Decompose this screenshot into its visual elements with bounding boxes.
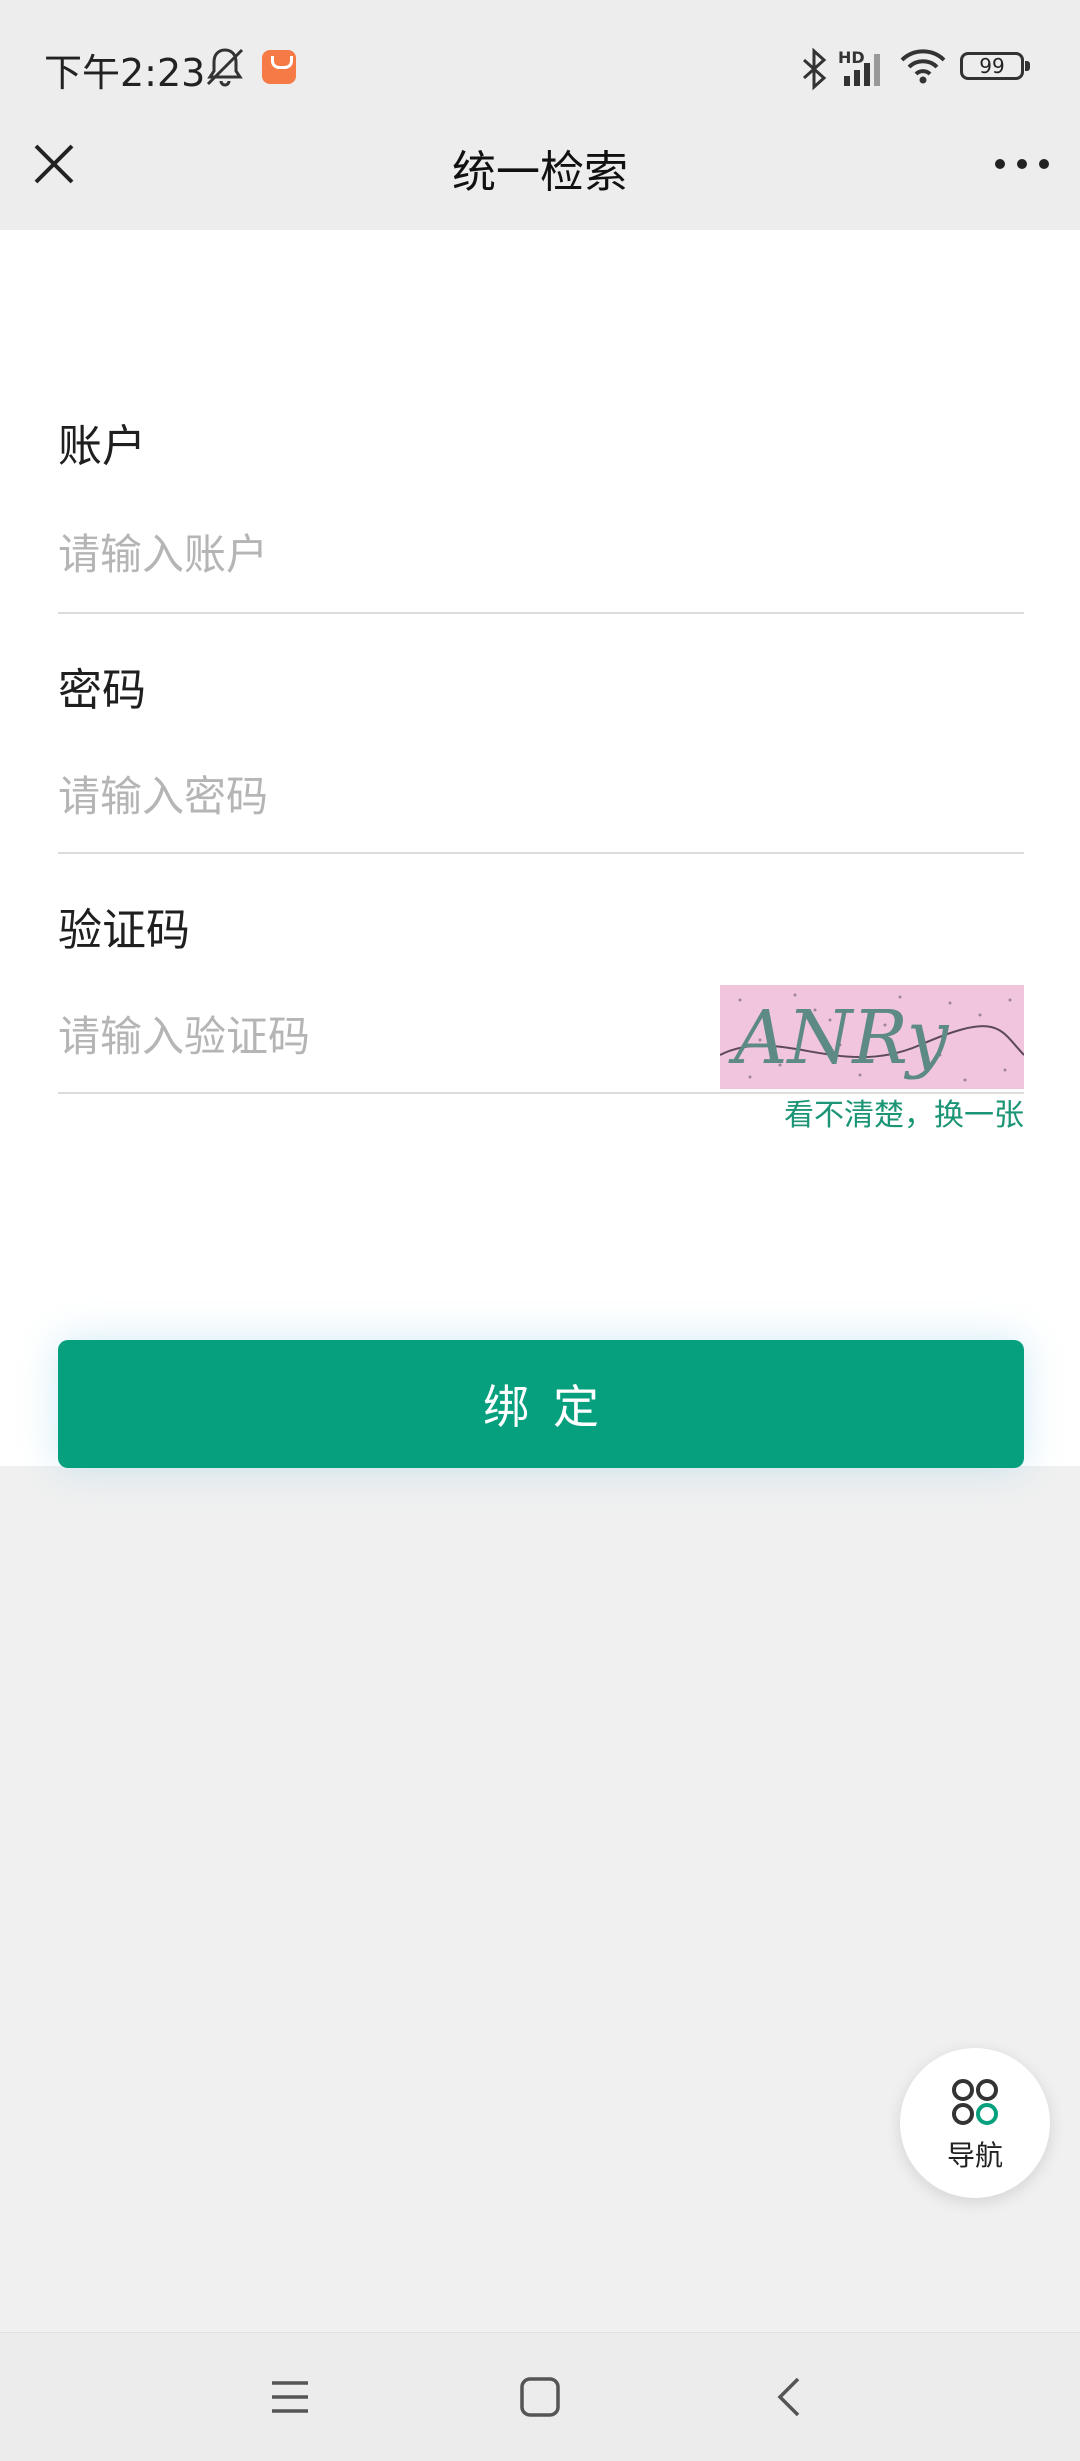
app-notification-icon [262, 50, 296, 84]
password-input[interactable] [58, 756, 1024, 836]
menu-icon[interactable] [268, 2375, 312, 2419]
password-label: 密码 [58, 665, 146, 716]
status-time: 下午2:23 [44, 51, 206, 95]
captcha-image[interactable]: ANRy [720, 985, 1024, 1089]
mute-bell-icon [206, 48, 244, 87]
home-icon[interactable] [516, 2373, 564, 2421]
bluetooth-icon [802, 47, 827, 91]
password-divider [58, 852, 1024, 854]
account-label: 账户 [58, 421, 146, 472]
captcha-text: ANRy [728, 995, 950, 1081]
captcha-noise: ANRy [720, 993, 1024, 1082]
back-icon[interactable] [770, 2373, 810, 2421]
system-nav-bar [0, 2332, 1080, 2461]
more-icon[interactable] [994, 154, 1050, 174]
bind-button[interactable]: 绑定 [58, 1340, 1024, 1468]
floating-nav-button[interactable]: 导航 [900, 2048, 1050, 2198]
bind-form: 账户 密码 验证码 ANRy 看不清楚，换一张 绑定 [0, 230, 1080, 1468]
nav-bar: 统一检索 [0, 100, 1080, 230]
captcha-label: 验证码 [58, 905, 190, 956]
account-input[interactable] [58, 514, 1024, 594]
battery-icon: 99 [960, 52, 1030, 80]
signal-icon [844, 54, 880, 86]
page-title: 统一检索 [452, 147, 628, 198]
wifi-icon [900, 49, 946, 84]
grid-icon [952, 2079, 998, 2125]
account-divider [58, 612, 1024, 614]
captcha-refresh-link[interactable]: 看不清楚，换一张 [784, 1090, 1024, 1134]
captcha-input[interactable] [58, 996, 698, 1076]
floating-nav-label: 导航 [946, 2139, 1003, 2172]
